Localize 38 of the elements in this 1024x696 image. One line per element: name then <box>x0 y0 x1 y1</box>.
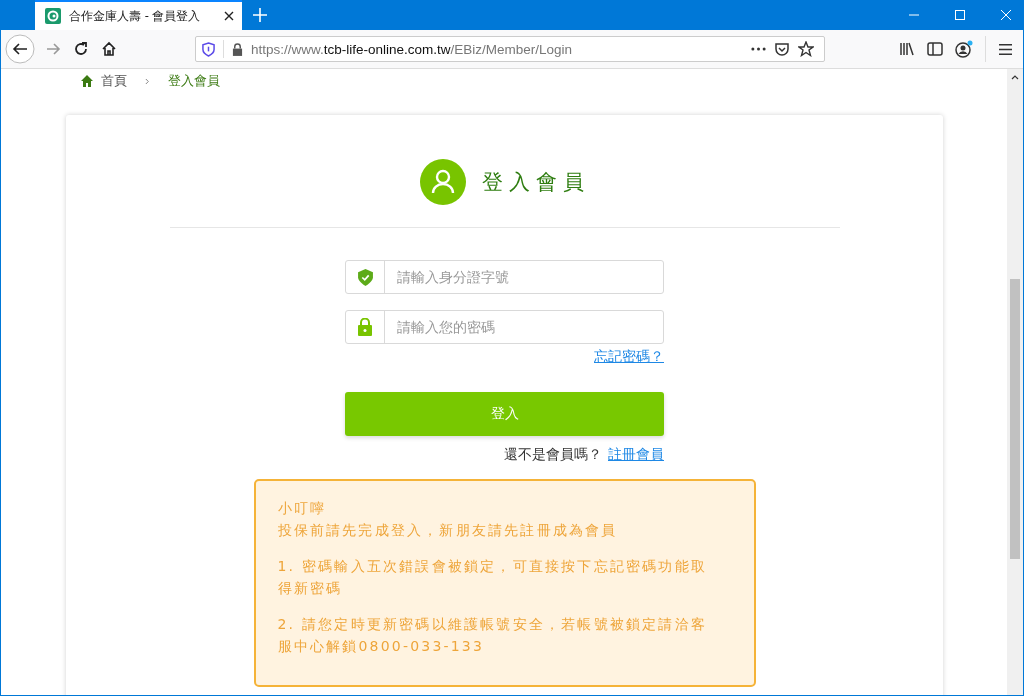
url-text: https://www.tcb-life-online.com.tw/EBiz/Member/Login <box>251 41 573 57</box>
breadcrumb-link[interactable]: 首頁 <box>101 72 127 90</box>
maximize-icon[interactable] <box>955 10 965 20</box>
more-dots-icon[interactable] <box>751 47 766 51</box>
browser-tab[interactable]: 合作金庫人壽 - 會員登入 <box>35 0 242 30</box>
sidebar-icon[interactable] <box>927 41 943 57</box>
input-field[interactable]: 請輸入身分證字號 <box>345 260 664 294</box>
forgot-password-link[interactable]: 忘記密碼？ <box>594 348 664 366</box>
scroll-up-icon[interactable] <box>1011 75 1019 80</box>
scrollbar[interactable] <box>1007 69 1023 695</box>
register-link[interactable]: 註冊會員 <box>608 446 664 464</box>
lock-icon <box>232 42 243 56</box>
site-logo-icon <box>45 8 61 24</box>
home-icon[interactable] <box>101 41 117 57</box>
star-icon[interactable] <box>798 41 814 57</box>
scrollbar-thumb[interactable] <box>1010 279 1020 559</box>
account-icon[interactable] <box>955 40 973 58</box>
reload-icon[interactable] <box>73 41 89 57</box>
new-tab-icon[interactable] <box>253 8 267 22</box>
chevron-icon <box>145 77 150 85</box>
library-icon[interactable] <box>899 41 915 57</box>
shield-icon <box>202 41 215 57</box>
close-icon[interactable] <box>1001 10 1011 20</box>
close-tab-icon[interactable] <box>224 11 234 21</box>
notice-item: 2. 請您定時更新密碼以維護帳號安全，若帳號被鎖定請洽客服中心解鎖0800-033-133 <box>277 615 708 656</box>
menu-icon[interactable] <box>998 42 1013 56</box>
input-field[interactable]: 請輸入您的密碼 <box>345 310 664 344</box>
breadcrumb-current: 登入會員 <box>168 72 220 90</box>
address-bar[interactable]: https://www.tcb-life-online.com.tw/EBiz/Member/Login <box>195 36 825 62</box>
user-avatar-icon <box>419 159 466 205</box>
notice-item: 1. 密碼輸入五次錯誤會被鎖定，可直接按下忘記密碼功能取得新密碼 <box>277 557 708 598</box>
forward-arrow-icon[interactable] <box>45 41 61 57</box>
home-icon <box>81 75 93 87</box>
notice-title: 小叮嚀 <box>277 499 328 518</box>
pocket-icon[interactable] <box>774 41 790 57</box>
login-title: 登入會員 <box>481 169 590 196</box>
register-prompt: 還不是會員嗎？ <box>504 446 602 464</box>
notice-text: 投保前請先完成登入，新朋友請先註冊成為會員 <box>277 521 619 540</box>
